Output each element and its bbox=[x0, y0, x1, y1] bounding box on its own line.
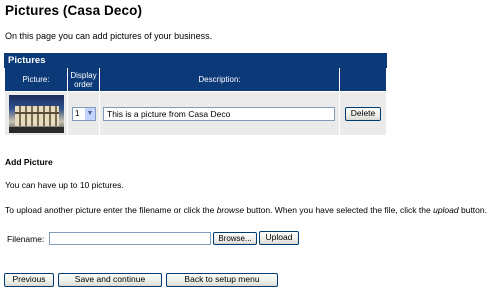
page-title: Pictures (Casa Deco) bbox=[5, 3, 143, 18]
description-input[interactable]: This is a picture from Casa Deco bbox=[103, 106, 335, 121]
add-picture-heading: Add Picture bbox=[5, 157, 53, 167]
delete-cell: Delete bbox=[339, 91, 387, 136]
display-order-select[interactable]: 1 ▼ bbox=[72, 106, 96, 121]
actions-column-header bbox=[339, 67, 387, 92]
picture-column-header: Picture: bbox=[4, 67, 68, 92]
table-row: 1 ▼ This is a picture from Casa Deco Del… bbox=[4, 91, 387, 136]
intro-text: On this page you can add pictures of you… bbox=[5, 31, 213, 41]
filename-label: Filename: bbox=[7, 234, 45, 244]
browse-button[interactable]: Browse... bbox=[213, 232, 257, 245]
save-and-continue-button[interactable]: Save and continue bbox=[58, 273, 162, 287]
description-column-header: Description: bbox=[99, 67, 340, 92]
upload-instructions: To upload another picture enter the file… bbox=[5, 205, 487, 215]
previous-button[interactable]: Previous bbox=[4, 273, 54, 287]
display-order-column-header: Display order bbox=[67, 67, 100, 92]
delete-button[interactable]: Delete bbox=[345, 106, 381, 121]
filename-input[interactable] bbox=[49, 232, 211, 245]
display-order-cell: 1 ▼ bbox=[67, 91, 100, 136]
description-cell: This is a picture from Casa Deco bbox=[99, 91, 340, 136]
picture-limit-text: You can have up to 10 pictures. bbox=[5, 180, 124, 190]
back-to-setup-button[interactable]: Back to setup menu bbox=[166, 273, 278, 287]
pictures-table-title: Pictures bbox=[4, 53, 387, 68]
chevron-down-icon[interactable]: ▼ bbox=[85, 107, 95, 120]
building-photo-thumbnail bbox=[9, 94, 64, 133]
display-order-value: 1 bbox=[75, 108, 80, 118]
pictures-table: Pictures Picture: Display order Descript… bbox=[4, 53, 387, 136]
upload-button[interactable]: Upload bbox=[259, 231, 299, 245]
picture-cell bbox=[4, 91, 68, 136]
